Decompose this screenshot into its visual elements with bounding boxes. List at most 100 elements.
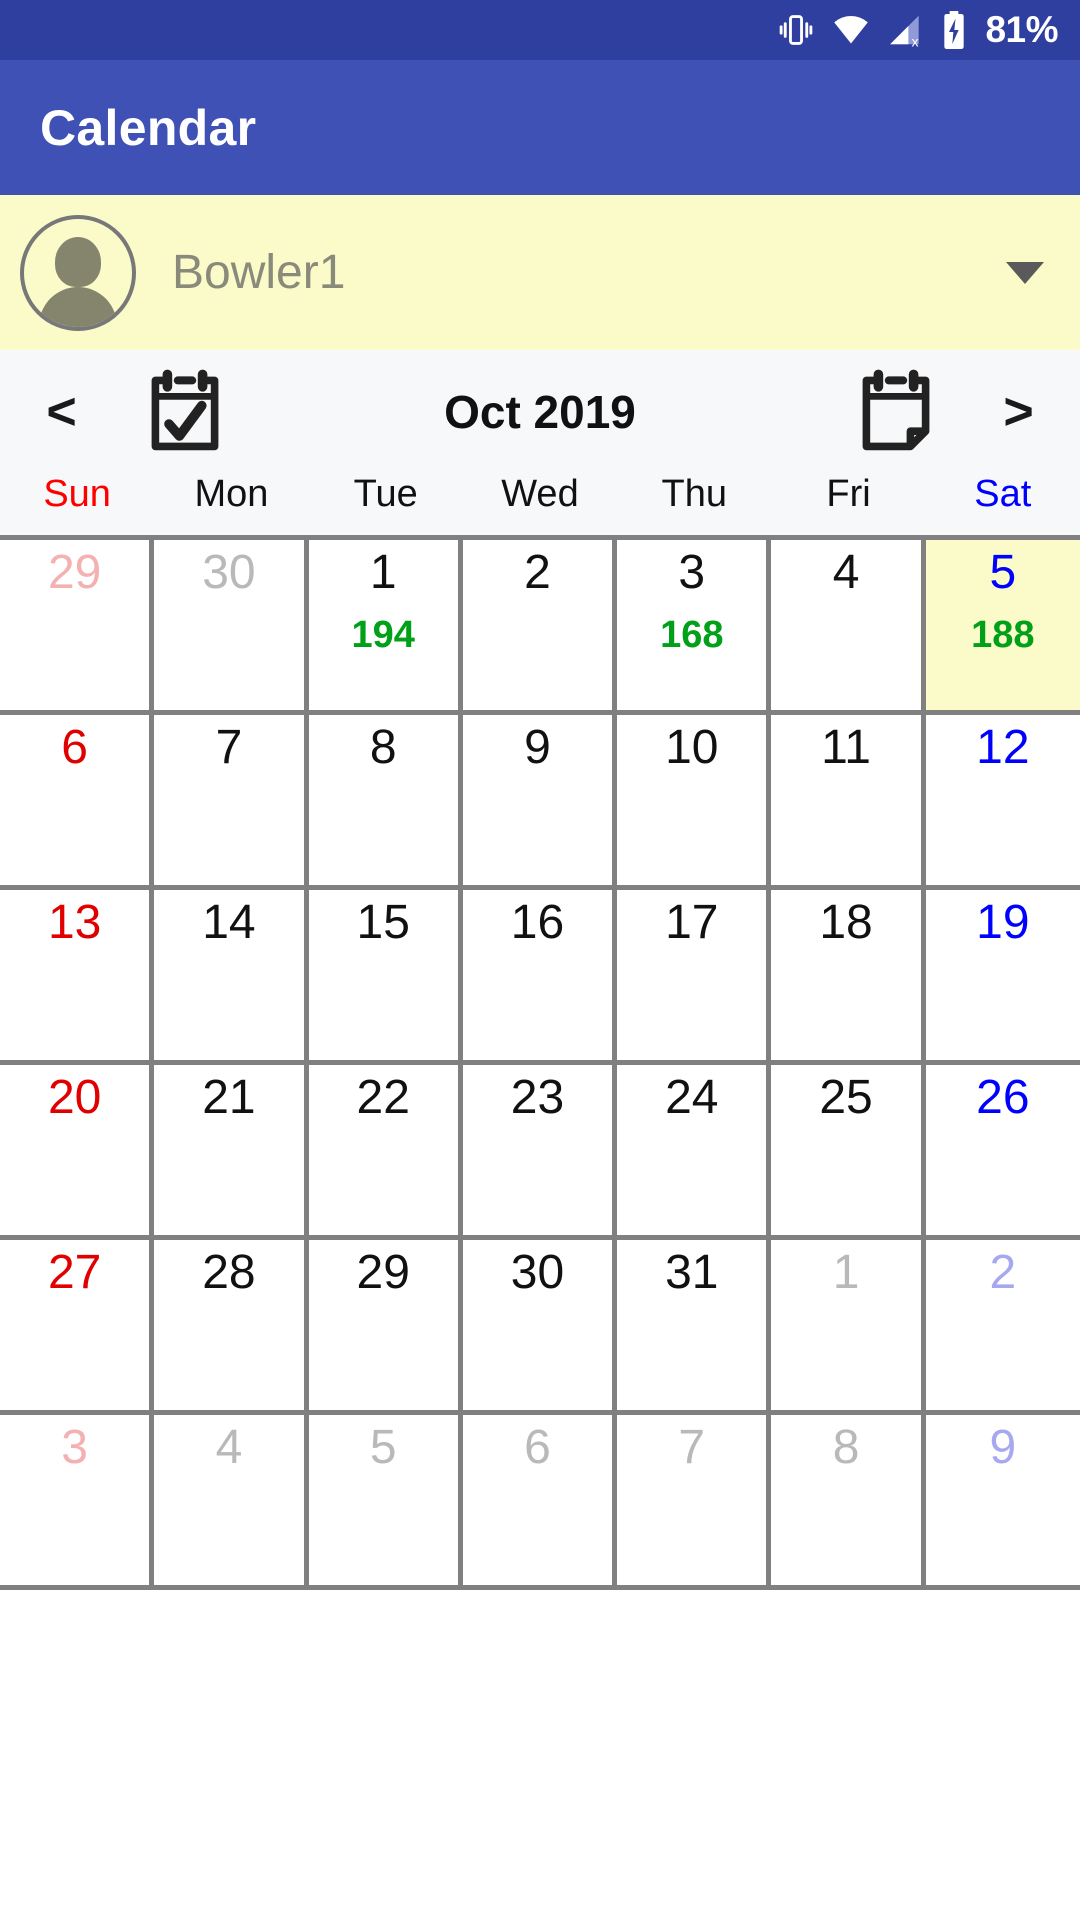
calendar-day-cell[interactable]: 13 bbox=[0, 890, 155, 1065]
calendar-day-cell[interactable]: 27 bbox=[0, 1240, 155, 1415]
cellular-signal-off-icon: x bbox=[887, 11, 925, 49]
calendar-day-cell[interactable]: 8 bbox=[308, 715, 463, 890]
avatar-body bbox=[39, 286, 117, 327]
calendar-day-cell[interactable]: 25 bbox=[771, 1065, 926, 1240]
calendar-day-cell[interactable]: 3 168 bbox=[617, 540, 772, 715]
day-number: 6 bbox=[61, 721, 88, 774]
weekday-fri: Fri bbox=[826, 473, 871, 515]
calendar-day-cell[interactable]: 2 bbox=[462, 540, 618, 715]
chevron-down-icon[interactable] bbox=[1006, 261, 1044, 284]
calendar-day-cell[interactable]: 17 bbox=[617, 890, 772, 1065]
day-number: 19 bbox=[976, 896, 1030, 949]
calendar-day-cell[interactable]: 3 bbox=[0, 1415, 155, 1590]
day-number: 1 bbox=[832, 1246, 860, 1299]
month-nav-bar: < Oct 2019 > bbox=[0, 350, 1080, 473]
calendar-page-icon[interactable] bbox=[834, 364, 957, 460]
day-score: 194 bbox=[351, 614, 415, 657]
calendar-day-cell[interactable]: 4 bbox=[771, 540, 926, 715]
day-number: 29 bbox=[47, 546, 102, 599]
calendar-day-cell[interactable]: 7 bbox=[154, 715, 309, 890]
calendar-day-cell[interactable]: 29 bbox=[308, 1240, 463, 1415]
day-number: 8 bbox=[369, 721, 397, 774]
next-month-button[interactable]: > bbox=[957, 386, 1080, 438]
calendar-day-cell[interactable]: 26 bbox=[925, 1065, 1080, 1240]
battery-charging-icon bbox=[941, 10, 967, 50]
calendar-day-cell[interactable]: 10 bbox=[617, 715, 772, 890]
day-number: 24 bbox=[665, 1071, 719, 1124]
calendar-day-cell[interactable]: 5 bbox=[308, 1415, 463, 1590]
calendar-day-cell[interactable]: 22 bbox=[308, 1065, 463, 1240]
day-number: 9 bbox=[524, 721, 551, 774]
day-number: 25 bbox=[819, 1071, 873, 1124]
calendar-day-cell[interactable]: 11 bbox=[771, 715, 926, 890]
avatar-head bbox=[55, 236, 101, 287]
day-number: 3 bbox=[61, 1421, 88, 1474]
day-score: 168 bbox=[660, 614, 724, 657]
day-number: 27 bbox=[47, 1246, 102, 1299]
day-score: 188 bbox=[971, 614, 1035, 657]
calendar-day-cell[interactable]: 5 188 bbox=[925, 540, 1080, 715]
calendar-day-cell[interactable]: 15 bbox=[308, 890, 463, 1065]
svg-text:x: x bbox=[912, 34, 919, 49]
calendar-day-cell[interactable]: 30 bbox=[154, 540, 309, 715]
calendar-day-cell[interactable]: 6 bbox=[462, 1415, 618, 1590]
calendar-day-cell[interactable]: 18 bbox=[771, 890, 926, 1065]
day-number: 4 bbox=[832, 546, 860, 599]
day-number: 3 bbox=[678, 546, 706, 599]
calendar-day-cell[interactable]: 29 bbox=[0, 540, 155, 715]
day-number: 15 bbox=[356, 896, 410, 949]
vibrate-icon bbox=[777, 11, 815, 49]
day-number: 9 bbox=[989, 1421, 1017, 1474]
status-bar: x 81% bbox=[0, 0, 1080, 60]
day-number: 21 bbox=[202, 1071, 256, 1124]
day-number: 4 bbox=[215, 1421, 243, 1474]
calendar-day-cell[interactable]: 19 bbox=[925, 890, 1080, 1065]
day-number: 7 bbox=[678, 1421, 706, 1474]
day-number: 30 bbox=[510, 1246, 565, 1299]
calendar-day-cell[interactable]: 9 bbox=[462, 715, 618, 890]
day-number: 17 bbox=[665, 896, 719, 949]
app-bar: Calendar bbox=[0, 60, 1080, 195]
prev-month-button[interactable]: < bbox=[0, 386, 123, 438]
day-number: 30 bbox=[202, 546, 256, 599]
calendar-day-cell[interactable]: 24 bbox=[617, 1065, 772, 1240]
day-number: 20 bbox=[47, 1071, 102, 1124]
calendar-day-cell[interactable]: 2 bbox=[925, 1240, 1080, 1415]
battery-percent-label: 81% bbox=[985, 9, 1058, 50]
day-number: 5 bbox=[369, 1421, 397, 1474]
day-number: 7 bbox=[215, 721, 243, 774]
calendar-day-cell[interactable]: 6 bbox=[0, 715, 155, 890]
day-number: 31 bbox=[665, 1246, 719, 1299]
day-number: 14 bbox=[202, 896, 256, 949]
calendar-day-cell[interactable]: 21 bbox=[154, 1065, 309, 1240]
day-number: 13 bbox=[47, 896, 102, 949]
weekday-tue: Tue bbox=[353, 473, 418, 515]
day-number: 23 bbox=[510, 1071, 565, 1124]
calendar-day-cell[interactable]: 14 bbox=[154, 890, 309, 1065]
day-number: 8 bbox=[832, 1421, 860, 1474]
calendar-day-cell[interactable]: 20 bbox=[0, 1065, 155, 1240]
user-name-label: Bowler1 bbox=[172, 246, 346, 299]
day-number: 26 bbox=[976, 1071, 1030, 1124]
user-selector-row[interactable]: Bowler1 bbox=[0, 195, 1080, 350]
day-number: 29 bbox=[356, 1246, 410, 1299]
calendar-day-cell[interactable]: 28 bbox=[154, 1240, 309, 1415]
day-number: 2 bbox=[524, 546, 551, 599]
day-number: 6 bbox=[524, 1421, 551, 1474]
calendar-day-cell[interactable]: 23 bbox=[462, 1065, 618, 1240]
calendar-day-cell[interactable]: 8 bbox=[771, 1415, 926, 1590]
calendar-day-cell[interactable]: 4 bbox=[154, 1415, 309, 1590]
calendar-day-cell[interactable]: 30 bbox=[462, 1240, 618, 1415]
day-number: 10 bbox=[665, 721, 719, 774]
calendar-check-icon[interactable] bbox=[123, 364, 246, 460]
weekday-wed: Wed bbox=[501, 473, 579, 515]
calendar-day-cell[interactable]: 9 bbox=[925, 1415, 1080, 1590]
calendar-day-cell[interactable]: 16 bbox=[462, 890, 618, 1065]
calendar-day-cell[interactable]: 12 bbox=[925, 715, 1080, 890]
day-number: 1 bbox=[369, 546, 397, 599]
calendar-day-cell[interactable]: 31 bbox=[617, 1240, 772, 1415]
weekday-mon: Mon bbox=[194, 473, 269, 515]
calendar-day-cell[interactable]: 1 bbox=[771, 1240, 926, 1415]
calendar-day-cell[interactable]: 7 bbox=[617, 1415, 772, 1590]
calendar-day-cell[interactable]: 1 194 bbox=[308, 540, 463, 715]
